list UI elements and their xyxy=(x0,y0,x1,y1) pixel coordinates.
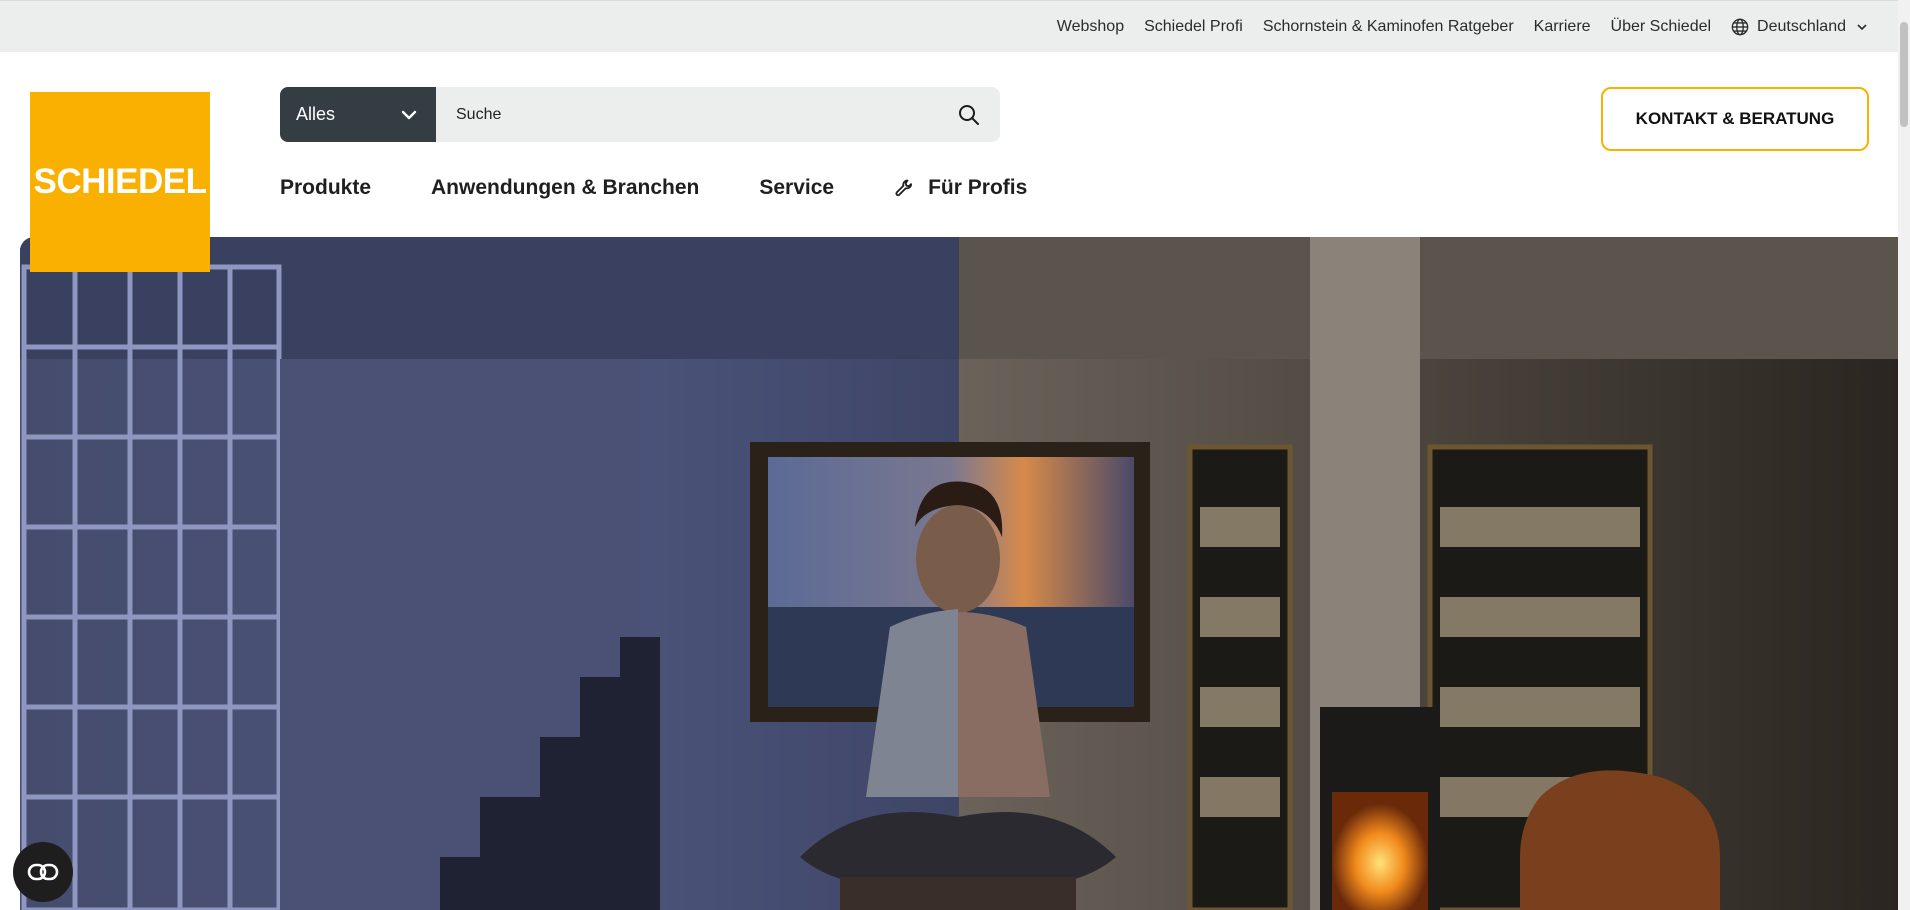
globe-icon xyxy=(1731,18,1749,36)
nav-fuer-profis-label: Für Profis xyxy=(928,176,1028,199)
page-scrollbar[interactable] xyxy=(1898,0,1910,910)
language-label: Deutschland xyxy=(1757,18,1846,35)
logo-wordmark: SCHIEDEL xyxy=(33,162,207,201)
link-icon xyxy=(27,863,59,881)
wrench-icon xyxy=(895,179,913,197)
nav-anwendungen[interactable]: Anwendungen & Branchen xyxy=(431,176,699,200)
search-category-label: Alles xyxy=(296,104,336,124)
link-ueber-schiedel[interactable]: Über Schiedel xyxy=(1611,18,1712,36)
nav-produkte[interactable]: Produkte xyxy=(280,176,371,200)
chat-button[interactable] xyxy=(13,842,73,902)
main-navigation: Produkte Anwendungen & Branchen Service … xyxy=(280,172,1087,204)
search-bar: Alles xyxy=(280,87,1000,142)
scrollbar-thumb[interactable] xyxy=(1900,22,1908,127)
search-input[interactable] xyxy=(456,105,958,124)
chevron-down-icon xyxy=(1857,24,1867,31)
nav-service[interactable]: Service xyxy=(759,176,834,200)
search-icon[interactable] xyxy=(958,104,980,126)
schiedel-logo[interactable]: SCHIEDEL xyxy=(30,92,210,272)
link-webshop[interactable]: Webshop xyxy=(1057,18,1124,36)
top-utility-bar: Webshop Schiedel Profi Schornstein & Kam… xyxy=(0,0,1898,52)
link-schiedel-profi[interactable]: Schiedel Profi xyxy=(1144,18,1243,36)
utility-links: Webshop Schiedel Profi Schornstein & Kam… xyxy=(1037,1,1868,53)
link-karriere[interactable]: Karriere xyxy=(1534,18,1591,36)
language-selector[interactable]: Deutschland xyxy=(1731,18,1868,36)
contact-button[interactable]: KONTAKT & BERATUNG xyxy=(1601,87,1869,151)
nav-fuer-profis[interactable]: Für Profis xyxy=(894,176,1027,200)
search-field xyxy=(436,87,1000,142)
hero-image xyxy=(20,237,1898,910)
chevron-down-icon xyxy=(401,110,417,119)
link-ratgeber[interactable]: Schornstein & Kaminofen Ratgeber xyxy=(1263,18,1514,36)
search-category-dropdown[interactable]: Alles xyxy=(280,87,436,142)
